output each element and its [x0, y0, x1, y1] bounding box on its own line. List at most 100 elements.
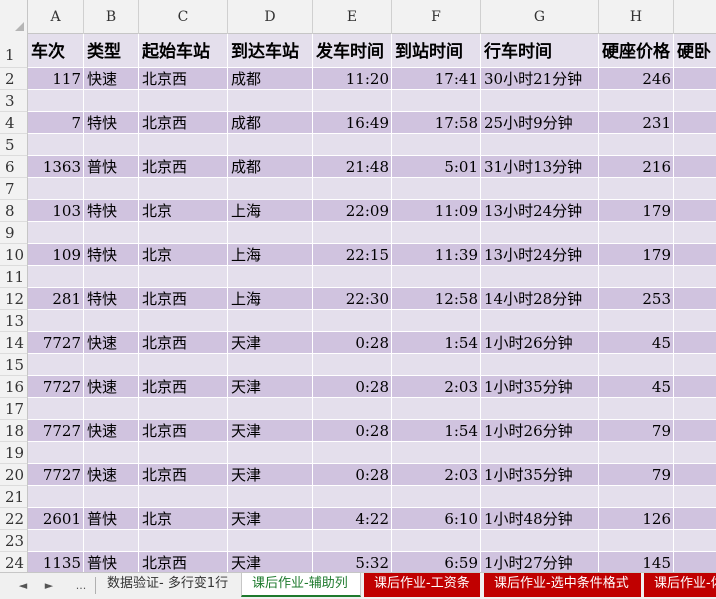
table-cell[interactable]: 5:32 — [313, 552, 392, 572]
table-cell[interactable] — [228, 90, 313, 112]
sheet-tab-1[interactable]: 数据验证- 多行变1行 — [97, 573, 235, 597]
table-cell[interactable] — [313, 310, 392, 332]
sheet-tab-2[interactable]: 课后作业-辅助列 — [241, 573, 361, 597]
table-cell[interactable]: 117 — [28, 68, 84, 90]
column-header-d[interactable]: D — [228, 0, 313, 34]
table-cell[interactable] — [84, 90, 139, 112]
table-cell[interactable] — [84, 398, 139, 420]
table-cell[interactable] — [84, 178, 139, 200]
row-header-24[interactable]: 24 — [0, 552, 28, 572]
table-cell[interactable] — [28, 266, 84, 288]
table-cell[interactable]: 6:59 — [392, 552, 481, 572]
table-cell[interactable] — [84, 530, 139, 552]
table-cell[interactable]: 13小时24分钟 — [481, 244, 599, 266]
table-cell[interactable] — [228, 530, 313, 552]
table-cell[interactable]: 0:28 — [313, 332, 392, 354]
table-cell[interactable] — [139, 134, 228, 156]
table-cell[interactable]: 16:49 — [313, 112, 392, 134]
table-cell[interactable]: 281 — [28, 288, 84, 310]
column-header-f[interactable]: F — [392, 0, 481, 34]
row-header-3[interactable]: 3 — [0, 90, 28, 112]
table-cell[interactable]: 22:09 — [313, 200, 392, 222]
table-cell[interactable]: 普快 — [84, 508, 139, 530]
row-header-5[interactable]: 5 — [0, 134, 28, 156]
table-cell[interactable]: 4:22 — [313, 508, 392, 530]
header-cell[interactable]: 到站时间 — [392, 34, 481, 68]
table-cell[interactable] — [674, 244, 716, 266]
table-cell[interactable] — [392, 266, 481, 288]
header-cell[interactable]: 行车时间 — [481, 34, 599, 68]
table-cell[interactable] — [481, 398, 599, 420]
table-cell[interactable]: 7727 — [28, 332, 84, 354]
row-header-8[interactable]: 8 — [0, 200, 28, 222]
table-cell[interactable]: 11:09 — [392, 200, 481, 222]
table-cell[interactable] — [228, 398, 313, 420]
row-header-22[interactable]: 22 — [0, 508, 28, 530]
column-header-a[interactable]: A — [28, 0, 84, 34]
table-cell[interactable]: 特快 — [84, 244, 139, 266]
table-cell[interactable]: 快速 — [84, 420, 139, 442]
table-cell[interactable]: 6:10 — [392, 508, 481, 530]
table-cell[interactable] — [28, 530, 84, 552]
sheet-tab-5[interactable]: 课后作业-体 — [644, 573, 716, 597]
table-cell[interactable]: 109 — [28, 244, 84, 266]
row-header-18[interactable]: 18 — [0, 420, 28, 442]
table-cell[interactable] — [674, 398, 716, 420]
row-header-4[interactable]: 4 — [0, 112, 28, 134]
table-cell[interactable] — [84, 222, 139, 244]
table-cell[interactable] — [139, 398, 228, 420]
table-cell[interactable] — [28, 222, 84, 244]
header-cell[interactable]: 到达车站 — [228, 34, 313, 68]
table-cell[interactable] — [28, 90, 84, 112]
table-cell[interactable] — [84, 442, 139, 464]
row-header-15[interactable]: 15 — [0, 354, 28, 376]
table-cell[interactable] — [139, 530, 228, 552]
table-cell[interactable]: 25小时9分钟 — [481, 112, 599, 134]
table-cell[interactable]: 北京西 — [139, 288, 228, 310]
table-cell[interactable]: 0:28 — [313, 464, 392, 486]
table-cell[interactable]: 7 — [28, 112, 84, 134]
table-cell[interactable]: 快速 — [84, 376, 139, 398]
table-cell[interactable] — [674, 420, 716, 442]
row-header-2[interactable]: 2 — [0, 68, 28, 90]
sheet-tab-4[interactable]: 课后作业-选中条件格式 — [484, 573, 641, 597]
table-cell[interactable]: 2:03 — [392, 464, 481, 486]
table-cell[interactable] — [674, 90, 716, 112]
table-cell[interactable] — [481, 266, 599, 288]
spreadsheet-grid[interactable]: ABCDEFGH 1 车次 类型 起始车站 到达车站 发车时间 到站时间 行车时间 硬座价格 硬卧… — [0, 0, 716, 572]
table-cell[interactable] — [674, 552, 716, 572]
row-header-6[interactable]: 6 — [0, 156, 28, 178]
table-cell[interactable] — [139, 310, 228, 332]
table-cell[interactable]: 特快 — [84, 112, 139, 134]
table-cell[interactable]: 北京 — [139, 244, 228, 266]
table-cell[interactable] — [674, 134, 716, 156]
table-cell[interactable] — [599, 398, 674, 420]
table-cell[interactable] — [313, 222, 392, 244]
table-cell[interactable] — [481, 90, 599, 112]
table-cell[interactable]: 7727 — [28, 464, 84, 486]
table-cell[interactable]: 11:39 — [392, 244, 481, 266]
more-tabs-button[interactable]: ... — [70, 573, 92, 599]
tab-scroll-left-icon[interactable]: ◄ — [14, 573, 32, 599]
table-cell[interactable] — [674, 530, 716, 552]
table-cell[interactable] — [481, 486, 599, 508]
table-cell[interactable]: 231 — [599, 112, 674, 134]
table-cell[interactable] — [228, 486, 313, 508]
column-header-next[interactable] — [674, 0, 716, 34]
table-cell[interactable] — [139, 486, 228, 508]
header-cell[interactable]: 硬卧 — [674, 34, 716, 68]
table-cell[interactable]: 1363 — [28, 156, 84, 178]
row-header-20[interactable]: 20 — [0, 464, 28, 486]
row-header-11[interactable]: 11 — [0, 266, 28, 288]
table-cell[interactable] — [139, 354, 228, 376]
table-cell[interactable] — [599, 310, 674, 332]
table-cell[interactable] — [599, 530, 674, 552]
table-cell[interactable]: 216 — [599, 156, 674, 178]
table-cell[interactable] — [674, 354, 716, 376]
sheet-tab-3[interactable]: 课后作业-工资条 — [364, 573, 480, 597]
table-cell[interactable]: 北京西 — [139, 376, 228, 398]
table-cell[interactable] — [481, 310, 599, 332]
table-cell[interactable]: 5:01 — [392, 156, 481, 178]
table-cell[interactable] — [84, 486, 139, 508]
table-cell[interactable] — [392, 90, 481, 112]
